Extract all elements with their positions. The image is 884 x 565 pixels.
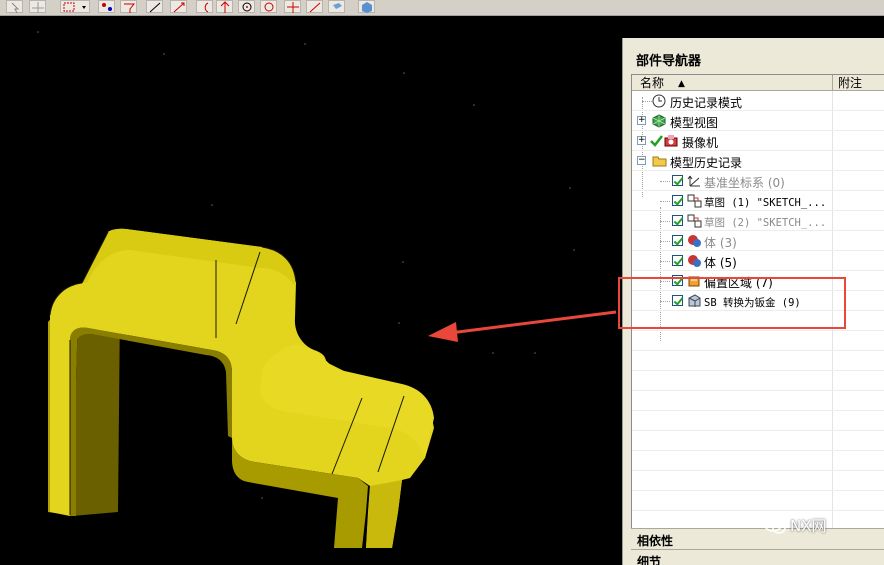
toolbar-point-button[interactable] <box>216 0 233 13</box>
visibility-checkbox[interactable] <box>672 175 683 186</box>
tree-row-label: 模型视图 <box>670 116 719 130</box>
dependencies-panel[interactable]: 相依性 <box>631 528 884 549</box>
navigator-title: 部件导航器 <box>636 54 702 69</box>
tree-row-model-history[interactable]: − 模型历史记录 <box>632 151 884 171</box>
tree-row-empty <box>632 391 884 411</box>
column-name-header[interactable]: 名称 <box>640 75 664 91</box>
tree-row-history-mode[interactable]: 历史记录模式 <box>632 91 884 111</box>
tree-row-label: 草图 (1) "SKETCH_... <box>704 197 827 209</box>
tree-row-label: 体 (5) <box>704 256 737 270</box>
tree-row-model-views[interactable]: + 模型视图 <box>632 111 884 131</box>
checkmark-icon <box>650 135 663 147</box>
toolbar-cross-button[interactable] <box>284 0 301 13</box>
tree-row-empty <box>632 471 884 491</box>
toolbar <box>0 0 884 16</box>
panel-title: 细节 <box>637 555 662 565</box>
tree-row-empty <box>632 351 884 371</box>
clock-icon <box>652 94 666 108</box>
datum-csys-icon <box>687 175 700 187</box>
toolbar-filter-button[interactable] <box>120 0 137 13</box>
column-note-header[interactable]: 附注 <box>838 75 862 91</box>
tree-row-empty <box>632 491 884 511</box>
graphics-viewport[interactable] <box>0 16 622 565</box>
tree-row-body-5[interactable]: 体 (5) <box>632 251 884 271</box>
visibility-checkbox[interactable] <box>672 215 683 226</box>
tree-row-label: 体 (3) <box>704 236 737 250</box>
camera-icon <box>664 135 678 147</box>
sketch-icon <box>687 214 702 228</box>
wechat-icon <box>764 518 786 534</box>
body-icon <box>688 255 701 267</box>
tree-header: 名称 ▲ 附注 <box>632 75 884 91</box>
tree-row-empty <box>632 331 884 351</box>
tree-row-empty <box>632 451 884 471</box>
tree-row-empty <box>632 371 884 391</box>
toolbar-circle-button[interactable] <box>260 0 277 13</box>
toolbar-tangent-button[interactable] <box>306 0 323 13</box>
expand-icon[interactable]: + <box>637 136 646 145</box>
visibility-checkbox[interactable] <box>672 195 683 206</box>
toolbar-arc-button[interactable] <box>196 0 213 13</box>
tree-line <box>660 181 670 182</box>
tree-line <box>660 261 670 262</box>
toolbar-pointer-button[interactable] <box>6 0 23 14</box>
toolbar-view-button[interactable] <box>328 0 345 13</box>
tree-row-cameras[interactable]: + 摄像机 <box>632 131 884 151</box>
tree-row-datum-csys[interactable]: 基准坐标系 (0) <box>632 171 884 191</box>
tree-row-label: 基准坐标系 (0) <box>704 176 785 190</box>
collapse-icon[interactable]: − <box>637 156 646 165</box>
tree-line <box>660 221 670 222</box>
sketch-icon <box>687 194 702 208</box>
annotation-highlight-box <box>618 277 846 329</box>
expand-icon[interactable]: + <box>637 116 646 125</box>
toolbar-snap-button[interactable] <box>98 0 115 13</box>
sheet-metal-part[interactable] <box>0 16 622 565</box>
visibility-checkbox[interactable] <box>672 235 683 246</box>
tree-row-sketch-1[interactable]: 草图 (1) "SKETCH_... <box>632 191 884 211</box>
visibility-checkbox[interactable] <box>672 255 683 266</box>
column-divider[interactable] <box>832 75 833 91</box>
watermark-label: NX网 <box>790 517 827 535</box>
toolbar-arrow-button[interactable] <box>170 0 187 13</box>
tree-line <box>660 201 670 202</box>
body-icon <box>688 235 701 247</box>
model-view-icon <box>652 114 666 128</box>
toolbar-cube-button[interactable] <box>358 0 375 13</box>
tree-row-body-3[interactable]: 体 (3) <box>632 231 884 251</box>
folder-icon <box>652 156 667 167</box>
tree-row-label: 草图 (2) "SKETCH_... <box>704 217 827 229</box>
panel-title: 相依性 <box>637 534 674 548</box>
tree-line <box>660 241 670 242</box>
sort-ascending-icon[interactable]: ▲ <box>678 76 685 92</box>
tree-row-label: 历史记录模式 <box>670 96 743 110</box>
toolbar-select-dropdown[interactable] <box>60 0 90 13</box>
tree-row-sketch-2[interactable]: 草图 (2) "SKETCH_... <box>632 211 884 231</box>
toolbar-line-button[interactable] <box>146 0 163 13</box>
details-panel[interactable]: 细节 <box>631 549 884 565</box>
tree-row-empty <box>632 431 884 451</box>
toolbar-move-button[interactable] <box>29 0 46 13</box>
tree-row-label: 摄像机 <box>682 136 719 150</box>
tree-row-empty <box>632 411 884 431</box>
toolbar-center-button[interactable] <box>238 0 255 13</box>
tree-row-label: 模型历史记录 <box>670 156 743 170</box>
tree-line <box>642 101 652 102</box>
